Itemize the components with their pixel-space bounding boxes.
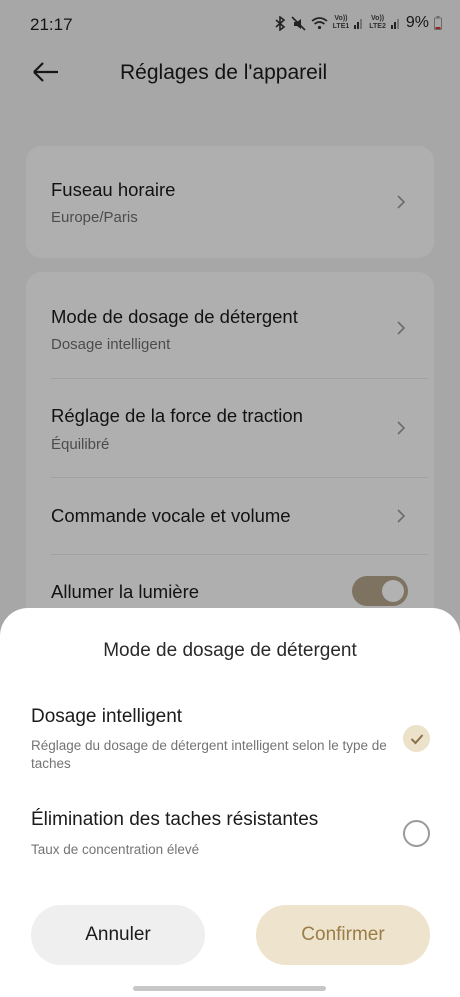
option-smart-dosage[interactable]: Dosage intelligent Réglage du dosage de …: [0, 698, 460, 788]
confirm-button[interactable]: Confirmer: [256, 905, 430, 965]
sheet-title: Mode de dosage de détergent: [103, 640, 357, 661]
checkmark-icon: [410, 733, 423, 744]
home-indicator[interactable]: [133, 986, 326, 991]
option-description: Réglage du dosage de détergent intellige…: [31, 738, 387, 771]
option-stain-removal[interactable]: Élimination des taches résistantes Taux …: [0, 798, 460, 868]
option-title: Dosage intelligent: [31, 706, 183, 727]
bottom-sheet: Mode de dosage de détergent Dosage intel…: [0, 608, 460, 997]
option-description: Taux de concentration élevé: [31, 842, 200, 857]
cancel-button[interactable]: Annuler: [31, 905, 205, 965]
radio-selected[interactable]: [403, 725, 430, 752]
radio-unselected[interactable]: [403, 820, 430, 847]
option-title: Élimination des taches résistantes: [31, 809, 319, 830]
